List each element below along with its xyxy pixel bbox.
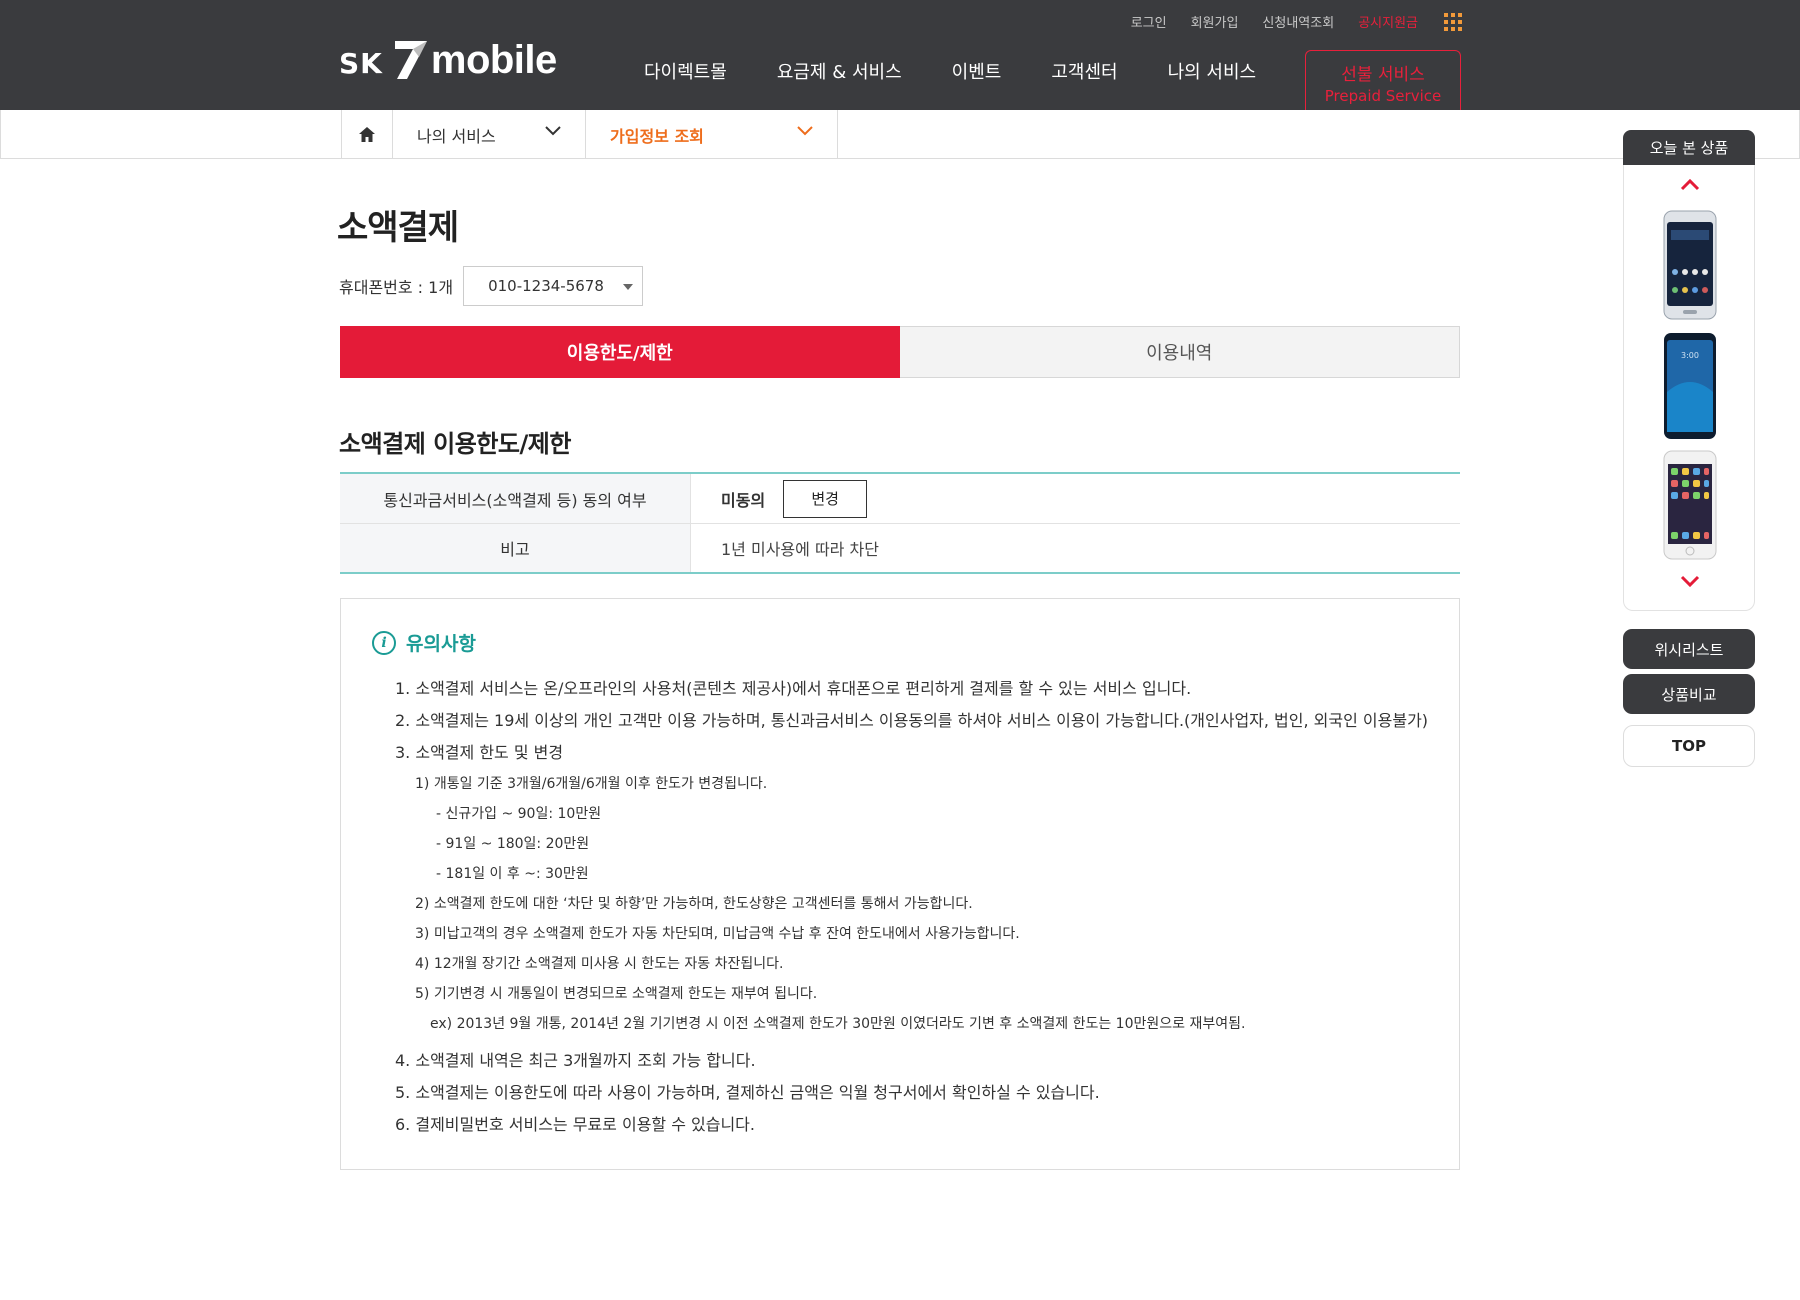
table-row: 비고 1년 미사용에 따라 차단	[340, 523, 1460, 572]
signup-link[interactable]: 회원가입	[1191, 12, 1239, 31]
prepaid-subtitle: Prepaid Service	[1324, 87, 1442, 105]
svg-text:3:00: 3:00	[1681, 351, 1699, 360]
nav-my-service[interactable]: 나의 서비스	[1168, 58, 1257, 84]
chevron-up-icon[interactable]	[1680, 179, 1700, 191]
breadcrumb-dropdown-subscription-info[interactable]: 가입정보 조회	[586, 110, 838, 158]
notice-line: 1. 소액결제 서비스는 온/오프라인의 사용처(콘텐츠 제공사)에서 휴대폰으…	[395, 679, 1192, 698]
chevron-down-icon	[545, 126, 561, 136]
content-tabs: 이용한도/제한 이용내역	[340, 326, 1460, 378]
notice-box: i 유의사항 1. 소액결제 서비스는 온/오프라인의 사용처(콘텐츠 제공사)…	[340, 598, 1460, 1170]
consent-label: 통신과금서비스(소액결제 등) 동의 여부	[340, 474, 691, 523]
notice-line: 2) 소액결제 한도에 대한 ‘차단 및 하향’만 가능하며, 한도상향은 고객…	[415, 896, 973, 912]
remark-value: 1년 미사용에 따라 차단	[721, 540, 879, 559]
notice-line: 4) 12개월 장기간 소액결제 미사용 시 한도는 자동 차잔됩니다.	[415, 956, 784, 972]
logo-sk-text: SK	[339, 46, 383, 80]
notice-line: 6. 결제비밀번호 서비스는 무료로 이용할 수 있습니다.	[395, 1115, 755, 1134]
prepaid-title: 선불 서비스	[1341, 65, 1425, 85]
consent-status: 미동의	[721, 490, 766, 510]
recently-viewed-box: 3:00	[1623, 165, 1755, 611]
product-thumbnail[interactable]	[1663, 210, 1717, 320]
change-consent-button[interactable]: 변경	[783, 479, 868, 518]
notice-line: 1) 개통일 기준 3개월/6개월/6개월 이후 한도가 변경됩니다.	[415, 776, 768, 792]
section-title: 소액결제 이용한도/제한	[339, 430, 571, 458]
nav-direct-mall[interactable]: 다이렉트몰	[644, 58, 727, 84]
logo-seven-icon	[394, 41, 427, 79]
tab-history[interactable]: 이용내역	[899, 326, 1460, 378]
breadcrumb-label-2: 가입정보 조회	[610, 127, 704, 146]
logo-mobile-text: mobile	[430, 37, 557, 82]
compare-button[interactable]: 상품비교	[1623, 674, 1755, 714]
prepaid-service-button[interactable]: 선불 서비스 Prepaid Service	[1305, 50, 1461, 110]
notice-line: 3. 소액결제 한도 및 변경	[395, 743, 564, 762]
phone-count-label: 휴대폰번호 : 1개	[339, 278, 454, 297]
notice-line: - 91일 ~ 180일: 20만원	[436, 836, 590, 852]
phone-selector-row: 휴대폰번호 : 1개 010-1234-5678	[339, 266, 644, 306]
dropdown-caret-icon	[623, 284, 634, 290]
recently-viewed-tab[interactable]: 오늘 본 상품	[1623, 130, 1755, 165]
limit-info-table: 통신과금서비스(소액결제 등) 동의 여부 미동의 변경 비고 1년 미사용에 …	[340, 472, 1460, 574]
login-link[interactable]: 로그인	[1131, 12, 1167, 31]
site-header: SK mobile 로그인 회원가입 신청내역조회 공시지원금 다이렉트몰 요금…	[0, 0, 1800, 110]
nav-events[interactable]: 이벤트	[952, 58, 1002, 84]
page-title: 소액결제	[337, 208, 459, 248]
breadcrumb-label-1: 나의 서비스	[417, 127, 496, 146]
nav-customer-center[interactable]: 고객센터	[1051, 58, 1117, 84]
notice-line: 2. 소액결제는 19세 이상의 개인 고객만 이용 가능하며, 통신과금서비스…	[395, 711, 1429, 730]
home-button[interactable]	[341, 110, 393, 158]
all-menu-icon[interactable]	[1444, 12, 1462, 31]
info-icon: i	[372, 630, 396, 655]
notice-heading: i 유의사항	[372, 629, 476, 656]
phone-number-select[interactable]: 010-1234-5678	[463, 266, 644, 306]
utility-links: 로그인 회원가입 신청내역조회 공시지원금	[1131, 12, 1462, 31]
chevron-down-icon[interactable]	[1680, 575, 1700, 587]
notice-line: 4. 소액결제 내역은 최근 3개월까지 조회 가능 합니다.	[395, 1051, 756, 1070]
phone-number-value: 010-1234-5678	[488, 277, 604, 295]
nav-plans-services[interactable]: 요금제 & 서비스	[777, 58, 902, 84]
notice-line: 5. 소액결제는 이용한도에 따라 사용이 가능하며, 결제하신 금액은 익월 …	[395, 1083, 1100, 1102]
location-nav: 나의 서비스 가입정보 조회	[0, 110, 1800, 159]
chevron-down-icon	[797, 126, 813, 136]
tab-limit[interactable]: 이용한도/제한	[340, 326, 900, 378]
product-thumbnail[interactable]: 3:00	[1663, 332, 1717, 440]
sk7mobile-logo[interactable]: SK mobile	[339, 38, 557, 82]
scroll-top-button[interactable]: TOP	[1623, 725, 1755, 767]
notice-line: ex) 2013년 9월 개통, 2014년 2월 기기변경 시 이전 소액결제…	[430, 1016, 1246, 1032]
notice-line: 5) 기기변경 시 개통일이 변경되므로 소액결제 한도는 재부여 됩니다.	[415, 986, 818, 1002]
remark-label: 비고	[340, 524, 691, 572]
order-history-link[interactable]: 신청내역조회	[1262, 12, 1334, 31]
notice-line: - 신규가입 ~ 90일: 10만원	[436, 806, 602, 822]
product-thumbnail[interactable]	[1663, 450, 1717, 560]
notice-line: - 181일 이 후 ~: 30만원	[436, 866, 589, 882]
main-nav: 다이렉트몰 요금제 & 서비스 이벤트 고객센터 나의 서비스	[644, 58, 1306, 84]
table-row: 통신과금서비스(소액결제 등) 동의 여부 미동의 변경	[340, 474, 1460, 523]
wishlist-button[interactable]: 위시리스트	[1623, 629, 1755, 669]
notice-line: 3) 미납고객의 경우 소액결제 한도가 자동 차단되며, 미납금액 수납 후 …	[415, 926, 1020, 942]
consent-value-cell: 미동의 변경	[691, 474, 1460, 523]
home-icon	[359, 126, 375, 142]
breadcrumb-dropdown-my-service[interactable]: 나의 서비스	[393, 110, 586, 158]
notice-title: 유의사항	[406, 633, 476, 655]
subsidy-link[interactable]: 공시지원금	[1358, 12, 1418, 31]
